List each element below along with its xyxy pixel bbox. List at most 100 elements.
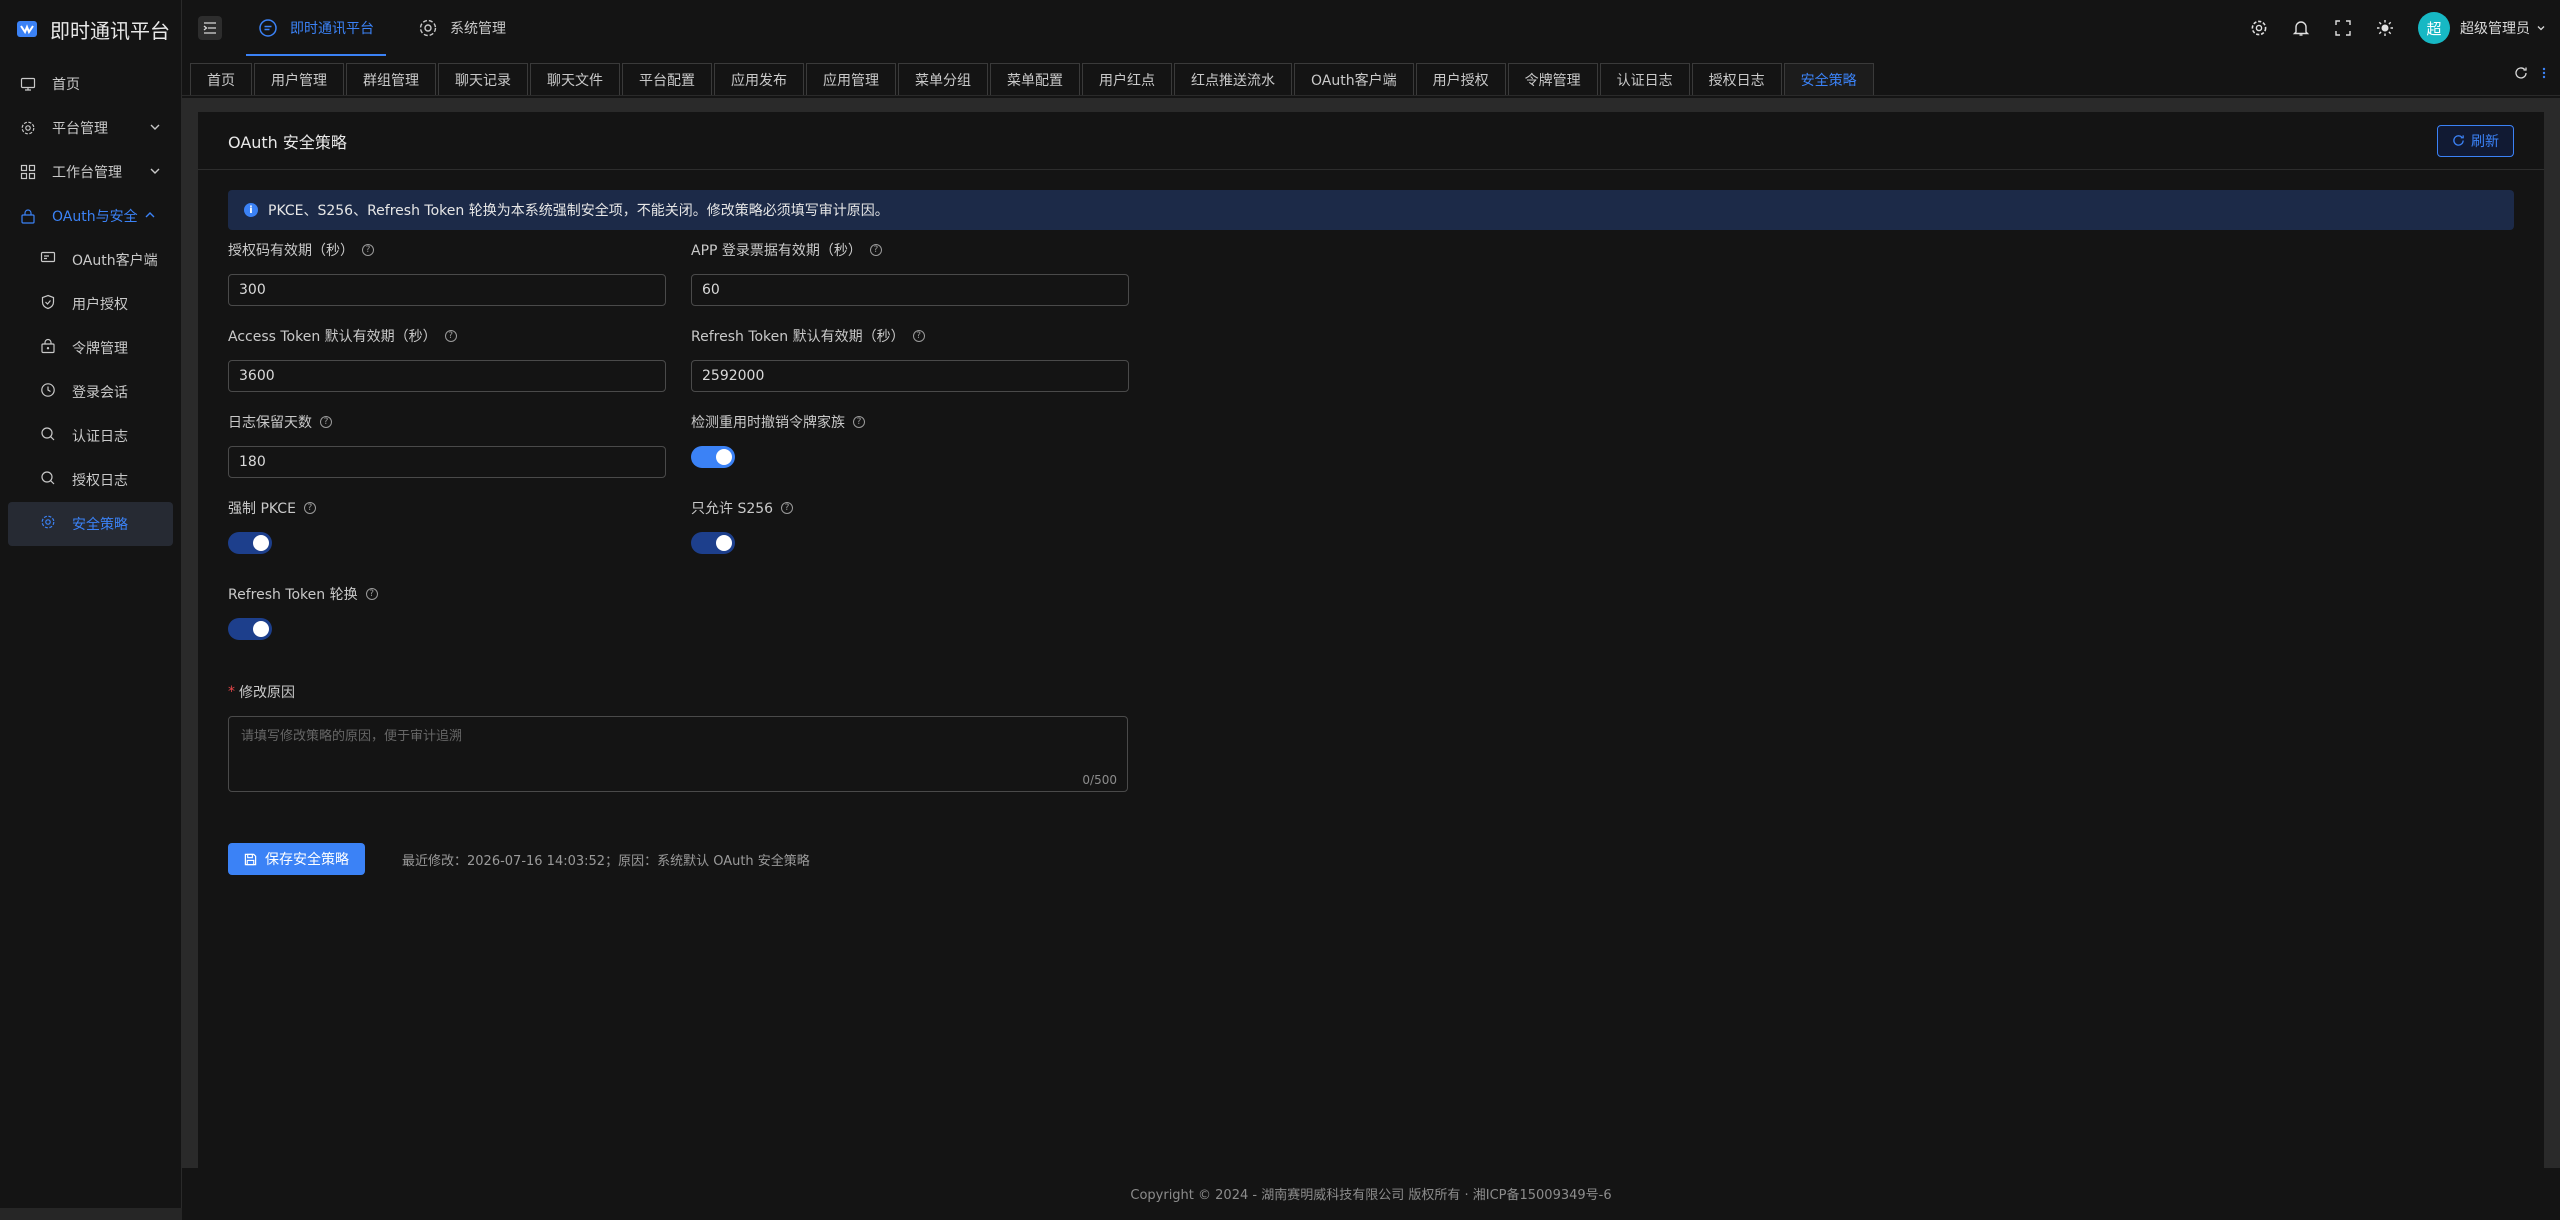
- tab-system-admin[interactable]: 系统管理: [396, 0, 528, 56]
- tab-im-platform[interactable]: 即时通讯平台: [236, 0, 396, 56]
- sidebar-item-label: OAuth客户端: [72, 253, 158, 269]
- page-tab-menu-groups[interactable]: 菜单分组: [898, 63, 988, 95]
- lock-icon: [20, 208, 36, 224]
- refresh-button[interactable]: 刷新: [2437, 124, 2514, 157]
- revoke-family-toggle[interactable]: [691, 446, 735, 468]
- more-vertical-icon[interactable]: [2542, 66, 2546, 80]
- client-icon: [40, 250, 56, 270]
- access-token-ttl-input[interactable]: [228, 360, 666, 392]
- refresh-icon: [2453, 135, 2464, 146]
- sidebar-item-auth-logs[interactable]: 认证日志: [8, 414, 173, 458]
- theme-sun-icon[interactable]: [2376, 19, 2394, 37]
- tab-label: 系统管理: [450, 21, 506, 37]
- log-retention-field: 日志保留天数?: [228, 412, 666, 478]
- app-logo[interactable]: 即时通讯平台: [0, 0, 181, 58]
- page-tab-users[interactable]: 用户管理: [254, 63, 344, 95]
- tab-label: 即时通讯平台: [290, 21, 374, 37]
- page-tab-groups[interactable]: 群组管理: [346, 63, 436, 95]
- question-icon[interactable]: ?: [365, 588, 378, 600]
- force-pkce-toggle[interactable]: [228, 532, 272, 554]
- page-tab-security-policy[interactable]: 安全策略: [1783, 63, 1874, 95]
- question-icon[interactable]: ?: [320, 416, 332, 428]
- sidebar-item-platform[interactable]: 平台管理: [8, 106, 173, 150]
- page-tab-home[interactable]: 首页: [190, 63, 252, 95]
- save-label: 保存安全策略: [265, 852, 349, 868]
- save-policy-button[interactable]: 保存安全策略: [228, 843, 365, 875]
- token-icon: [40, 338, 56, 358]
- page-tab-app-manage[interactable]: 应用管理: [806, 63, 896, 95]
- shield-icon: [40, 294, 56, 314]
- sidebar-item-label: 平台管理: [52, 121, 108, 137]
- sidebar-item-oauth[interactable]: OAuth与安全: [8, 194, 173, 238]
- card-header: OAuth 安全策略 刷新: [198, 112, 2544, 170]
- sidebar-item-label: 令牌管理: [72, 341, 128, 357]
- page-tab-auth-logs[interactable]: 认证日志: [1599, 63, 1690, 95]
- fullscreen-icon[interactable]: [2334, 19, 2352, 37]
- sidebar-item-home[interactable]: 首页: [8, 62, 173, 106]
- page-tab-tokens[interactable]: 令牌管理: [1507, 63, 1598, 95]
- auth-code-ttl-input[interactable]: [228, 274, 666, 306]
- page-tab-chat-records[interactable]: 聊天记录: [438, 63, 528, 95]
- access-token-ttl-field: Access Token 默认有效期（秒）?: [228, 326, 666, 392]
- sidebar-item-security-policy[interactable]: 安全策略: [8, 502, 173, 546]
- page-tab-user-badges[interactable]: 用户红点: [1082, 63, 1172, 95]
- question-icon[interactable]: ?: [912, 330, 925, 342]
- refresh-token-ttl-input[interactable]: [691, 360, 1129, 392]
- page-title: OAuth 安全策略: [228, 132, 347, 152]
- avatar[interactable]: 超: [2418, 12, 2450, 44]
- monitor-icon: [20, 76, 36, 92]
- last-modified-text: 最近修改：2026-07-16 14:03:52；原因：系统默认 OAuth 安…: [402, 854, 810, 869]
- page-tab-user-auth[interactable]: 用户授权: [1415, 63, 1506, 95]
- page-tab-app-publish[interactable]: 应用发布: [714, 63, 804, 95]
- refresh-token-ttl-field: Refresh Token 默认有效期（秒）?: [691, 326, 1129, 392]
- chevron-down-icon[interactable]: [2536, 23, 2546, 33]
- field-label: 强制 PKCE: [228, 501, 296, 517]
- sidebar-item-workbench[interactable]: 工作台管理: [8, 150, 173, 194]
- security-policy-card: OAuth 安全策略 刷新 i PKCE、S256、Refresh Token …: [198, 112, 2544, 1168]
- refresh-icon[interactable]: [2514, 66, 2528, 80]
- page-tab-strip: 首页 用户管理 群组管理 聊天记录 聊天文件 平台配置 应用发布 应用管理 菜单…: [182, 58, 2560, 96]
- question-icon[interactable]: ?: [781, 502, 794, 514]
- page-tab-oauth-clients[interactable]: OAuth客户端: [1294, 63, 1414, 95]
- field-label: 日志保留天数: [228, 415, 312, 431]
- reason-textarea[interactable]: [229, 717, 1127, 791]
- logo-icon: [17, 21, 37, 37]
- chevron-down-icon: [150, 124, 160, 130]
- settings-icon[interactable]: [2250, 19, 2268, 37]
- sidebar-item-label: 安全策略: [72, 517, 128, 533]
- field-label: APP 登录票据有效期（秒）: [691, 243, 862, 259]
- sidebar-item-grant-logs[interactable]: 授权日志: [8, 458, 173, 502]
- alert-text: PKCE、S256、Refresh Token 轮换为本系统强制安全项，不能关闭…: [268, 203, 889, 219]
- sidebar-item-label: 认证日志: [72, 429, 128, 445]
- menu-collapse-button[interactable]: [198, 16, 222, 40]
- question-icon[interactable]: ?: [853, 416, 865, 428]
- question-icon[interactable]: ?: [362, 244, 374, 256]
- question-icon[interactable]: ?: [869, 244, 882, 256]
- revoke-family-field: 检测重用时撤销令牌家族?: [691, 412, 865, 468]
- grid-icon: [20, 164, 36, 180]
- page-tab-platform-config[interactable]: 平台配置: [622, 63, 712, 95]
- page-tab-badge-push-log[interactable]: 红点推送流水: [1174, 63, 1292, 95]
- page-tab-grant-logs[interactable]: 授权日志: [1691, 63, 1782, 95]
- sidebar-item-tokens[interactable]: 令牌管理: [8, 326, 173, 370]
- question-icon[interactable]: ?: [444, 330, 457, 342]
- info-icon: i: [244, 203, 258, 217]
- sidebar-scrollbar[interactable]: [0, 1208, 182, 1220]
- page-tab-chat-files[interactable]: 聊天文件: [530, 63, 620, 95]
- app-title: 即时通讯平台: [50, 18, 170, 43]
- rotate-refresh-toggle[interactable]: [228, 618, 272, 640]
- log-retention-input[interactable]: [228, 446, 666, 478]
- auth-code-ttl-field: 授权码有效期（秒）?: [228, 240, 666, 306]
- sidebar-item-sessions[interactable]: 登录会话: [8, 370, 173, 414]
- menu-fold-icon: [203, 22, 216, 34]
- app-ticket-ttl-input[interactable]: [691, 274, 1129, 306]
- gear-icon: [40, 514, 56, 534]
- sidebar-item-oauth-clients[interactable]: OAuth客户端: [8, 238, 173, 282]
- question-icon[interactable]: ?: [303, 502, 316, 514]
- user-name[interactable]: 超级管理员: [2460, 18, 2530, 38]
- sidebar-item-user-auth[interactable]: 用户授权: [8, 282, 173, 326]
- sidebar-item-label: 用户授权: [72, 297, 128, 313]
- s256-only-toggle[interactable]: [691, 532, 735, 554]
- bell-icon[interactable]: [2292, 19, 2310, 37]
- page-tab-menu-config[interactable]: 菜单配置: [990, 63, 1080, 95]
